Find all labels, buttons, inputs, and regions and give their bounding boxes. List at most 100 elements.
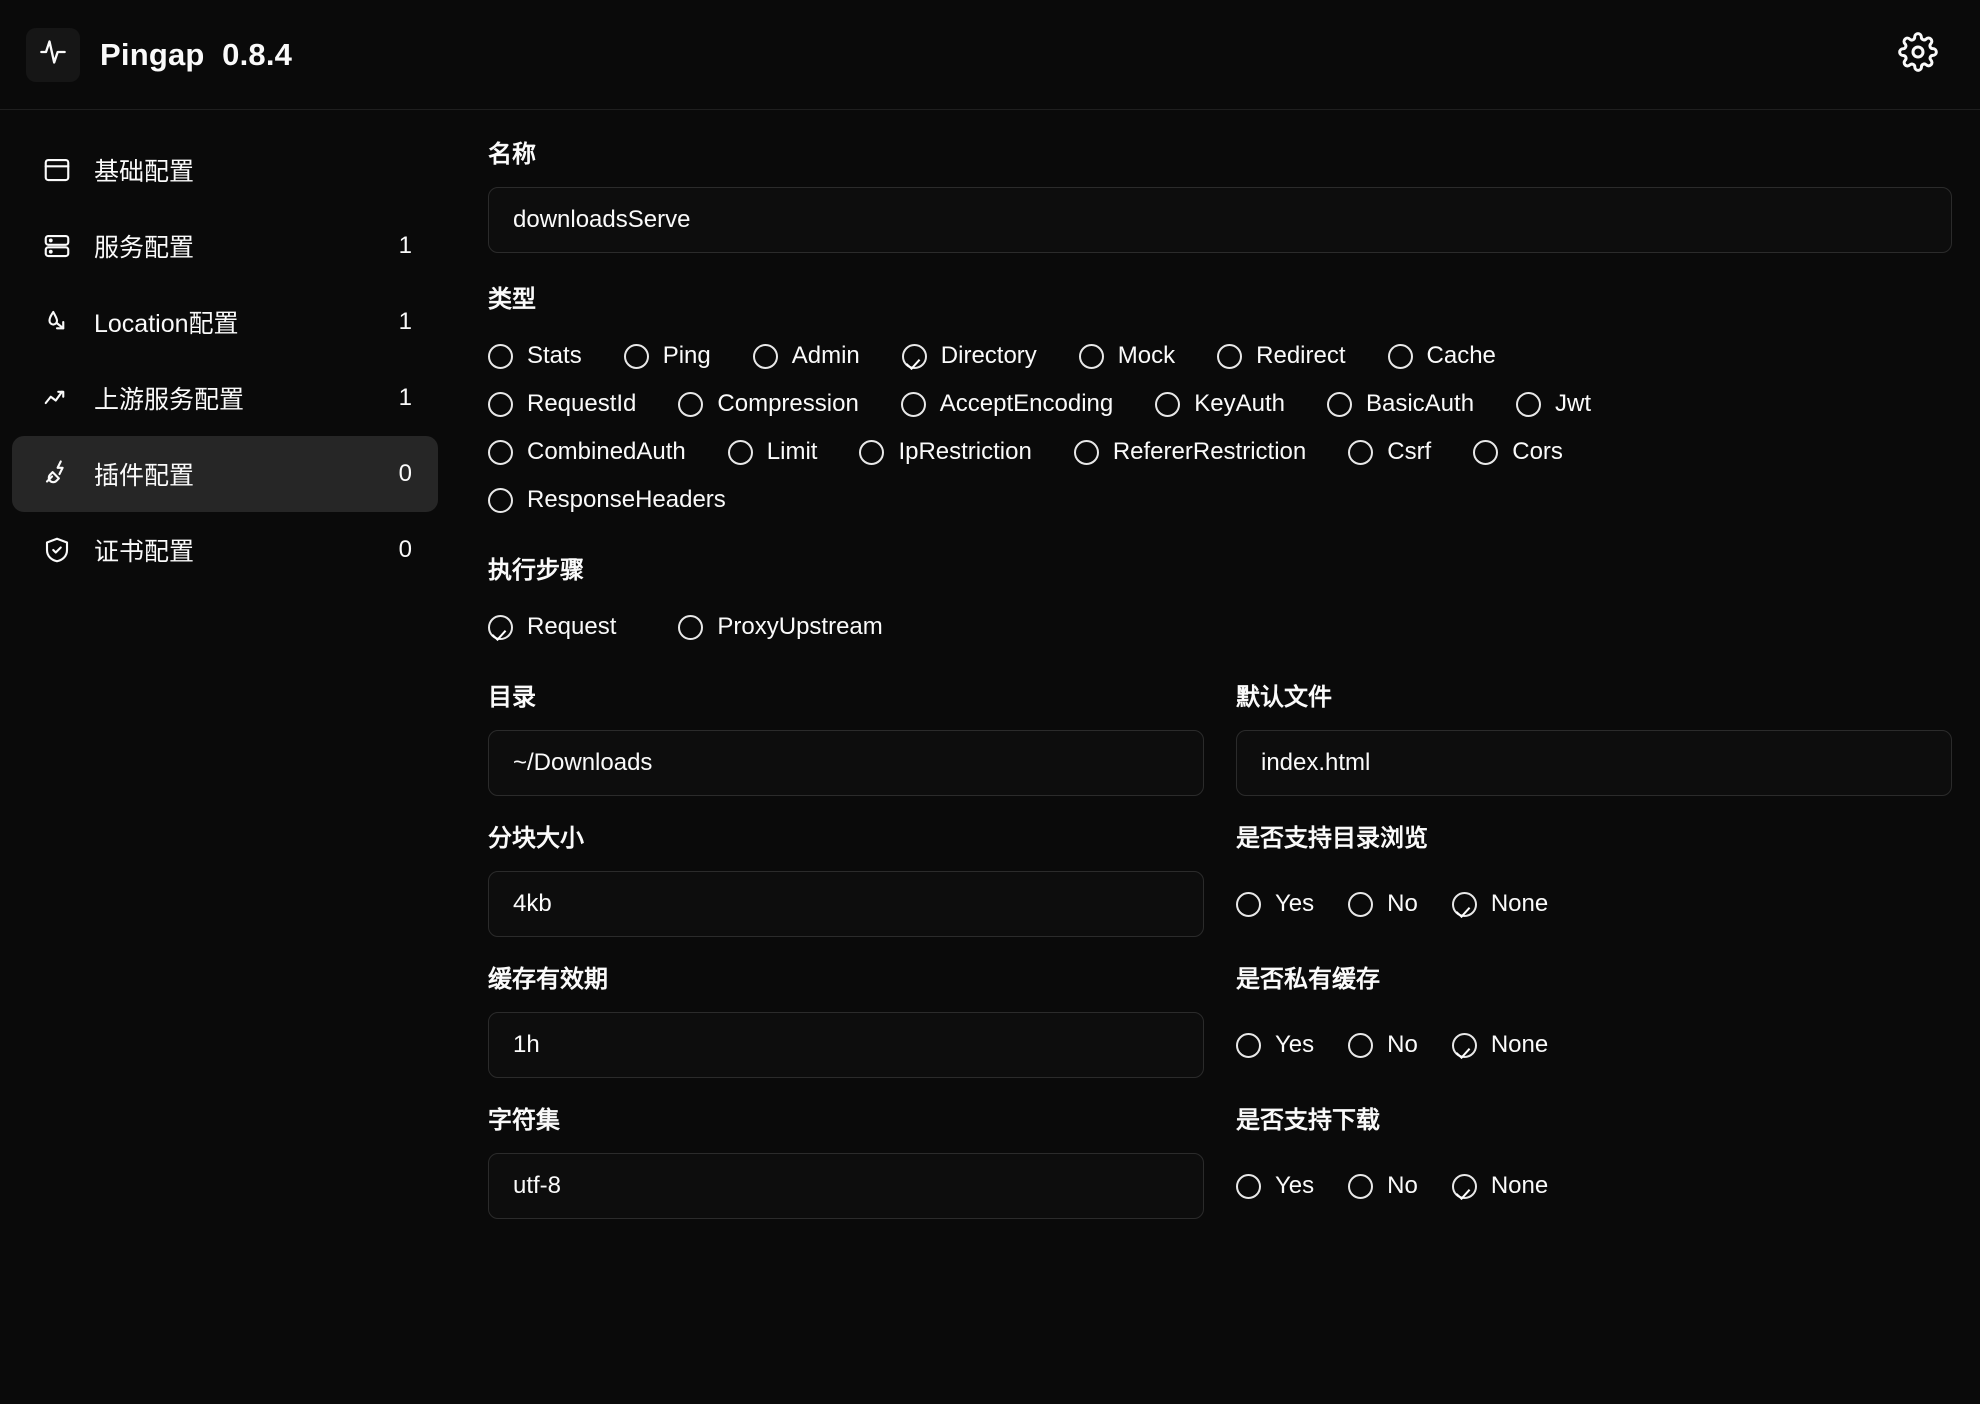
radio-label: Yes [1275,1031,1315,1058]
tri-radio-none[interactable]: None [1451,880,1549,928]
type-radio-cache[interactable]: Cache [1387,332,1496,380]
sidebar-item-3[interactable]: 上游服务配置 1 [12,360,438,436]
type-label: 类型 [488,286,536,313]
radio-label: Jwt [1555,390,1592,417]
step-radio-request[interactable]: Request [488,603,616,651]
step-label: 执行步骤 [488,557,584,584]
type-radio-redirect[interactable]: Redirect [1217,332,1346,380]
radio-label: None [1490,890,1549,917]
type-radio-mock[interactable]: Mock [1078,332,1176,380]
name-input[interactable] [488,187,1952,253]
radio-unchecked-icon [1348,439,1374,465]
server-icon [42,231,72,261]
type-radio-admin[interactable]: Admin [752,332,860,380]
radio-unchecked-icon [1236,1173,1261,1199]
radio-checked-icon [901,343,927,369]
radio-unchecked-icon [1326,391,1352,417]
sidebar-item-4[interactable]: 插件配置 0 [12,436,438,512]
type-radio-acceptencoding[interactable]: AcceptEncoding [900,380,1113,428]
radio-label: Limit [766,438,818,465]
field-input-right[interactable] [1236,730,1952,796]
radio-label: None [1490,1031,1549,1058]
tri-radio-no[interactable]: No [1348,880,1418,928]
field-input-left[interactable] [488,730,1204,796]
field-input-left[interactable] [488,1153,1204,1219]
radio-unchecked-icon [1348,1032,1374,1058]
radio-label: Ping [662,342,711,369]
radio-unchecked-icon [678,614,704,640]
radio-checked-icon [1451,1032,1477,1058]
type-radio-requestid[interactable]: RequestId [488,380,636,428]
route-icon [42,307,72,337]
tri-radio-yes[interactable]: Yes [1236,1162,1314,1210]
sidebar-item-count: 1 [398,232,412,259]
main-panel: 名称 类型 Stats Ping Admin Directory Mock Redirec… [450,110,1980,1404]
field-rows: 目录 默认文件分块大小 是否支持目录浏览 Yes No None 缓存有效期 是否私有缓存 Ye… [488,677,1952,1219]
type-radio-combinedauth[interactable]: CombinedAuth [488,428,686,476]
field-row-3: 字符集 是否支持下载 Yes No None [488,1100,1952,1219]
sidebar-item-label: Location配置 [94,310,239,338]
radio-label: BasicAuth [1365,390,1475,417]
sidebar-item-5[interactable]: 证书配置 0 [12,512,438,588]
sidebar-item-label: 证书配置 [94,538,195,566]
field-label: 缓存有效期 [488,966,608,993]
tri-radio-none[interactable]: None [1451,1162,1549,1210]
type-radio-basicauth[interactable]: BasicAuth [1326,380,1475,428]
type-radio-refererrestriction[interactable]: RefererRestriction [1073,428,1306,476]
tri-radio-yes[interactable]: Yes [1236,880,1314,928]
sidebar-item-label: 基础配置 [94,158,195,186]
tri-radio-group-right: Yes No None [1236,1012,1952,1078]
radio-label: IpRestriction [898,438,1032,465]
radio-label: Redirect [1256,342,1346,369]
radio-label: No [1387,890,1418,917]
settings-button[interactable] [1892,29,1944,81]
radio-label: Directory [940,342,1037,369]
type-radio-limit[interactable]: Limit [727,428,818,476]
type-radio-iprestriction[interactable]: IpRestriction [859,428,1032,476]
field-input-left[interactable] [488,871,1204,937]
sidebar-item-1[interactable]: 服务配置 1 [12,208,438,284]
type-radio-directory[interactable]: Directory [901,332,1037,380]
radio-unchecked-icon [1387,343,1413,369]
radio-label: Mock [1117,342,1176,369]
sidebar-item-0[interactable]: 基础配置 [12,132,438,208]
type-radio-responseheaders[interactable]: ResponseHeaders [488,476,726,524]
type-radio-keyauth[interactable]: KeyAuth [1155,380,1285,428]
sidebar-item-count: 0 [398,536,412,563]
type-radio-csrf[interactable]: Csrf [1348,428,1431,476]
tri-radio-none[interactable]: None [1451,1021,1549,1069]
field-right: 是否私有缓存 Yes No None [1236,959,1952,1078]
sidebar: 基础配置服务配置 1 Location配置 1 上游服务配置 1 插件配置 0 证书配置 0 [0,110,450,1404]
page-title: Pingap 0.8.4 [100,36,293,72]
step-section: 执行步骤 Request ProxyUpstream [488,550,1952,651]
type-radio-cors[interactable]: Cors [1473,428,1563,476]
type-radio-jwt[interactable]: Jwt [1516,380,1591,428]
field-right: 是否支持下载 Yes No None [1236,1100,1952,1219]
tri-radio-no[interactable]: No [1348,1162,1418,1210]
tri-radio-group-right: Yes No None [1236,1153,1952,1219]
radio-label: No [1387,1172,1418,1199]
radio-unchecked-icon [1073,439,1099,465]
tri-radio-no[interactable]: No [1348,1021,1418,1069]
field-input-left[interactable] [488,1012,1204,1078]
step-radio-proxyupstream[interactable]: ProxyUpstream [678,603,883,651]
type-radio-compression[interactable]: Compression [678,380,859,428]
field-row-2: 缓存有效期 是否私有缓存 Yes No None [488,959,1952,1078]
tri-radio-yes[interactable]: Yes [1236,1021,1314,1069]
sidebar-item-count: 1 [398,308,412,335]
radio-unchecked-icon [859,439,885,465]
type-radio-stats[interactable]: Stats [488,332,582,380]
radio-checked-icon [1451,1173,1477,1199]
sidebar-item-2[interactable]: Location配置 1 [12,284,438,360]
radio-unchecked-icon [752,343,778,369]
field-label: 是否支持下载 [1236,1107,1380,1134]
gear-icon [1898,32,1938,77]
type-section: 类型 Stats Ping Admin Directory Mock Redirect Ca… [488,279,1952,524]
sidebar-item-label: 服务配置 [94,234,195,262]
radio-checked-icon [488,614,513,640]
field-label: 默认文件 [1236,684,1332,711]
radio-label: Yes [1275,890,1315,917]
app-header: Pingap 0.8.4 [0,0,1980,110]
radio-label: None [1490,1172,1549,1199]
type-radio-ping[interactable]: Ping [623,332,711,380]
